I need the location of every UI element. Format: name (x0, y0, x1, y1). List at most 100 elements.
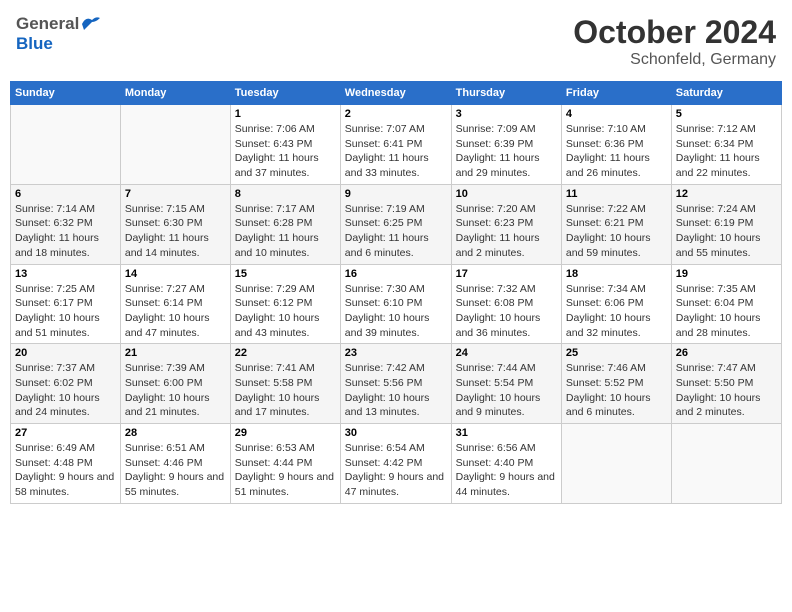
calendar-cell: 3Sunrise: 7:09 AM Sunset: 6:39 PM Daylig… (451, 105, 561, 185)
day-number: 22 (235, 347, 336, 359)
day-details: Sunrise: 7:27 AM Sunset: 6:14 PM Dayligh… (125, 282, 226, 341)
calendar-cell: 29 Sunrise: 6:53 AM Sunset: 4:44 PM Dayli… (230, 424, 340, 504)
weekday-header-tuesday: Tuesday (230, 82, 340, 105)
day-number: 8 (235, 188, 336, 200)
day-details: Sunrise: 7:14 AM Sunset: 6:32 PM Dayligh… (15, 202, 116, 261)
day-details: Sunrise: 7:24 AM Sunset: 6:19 PM Dayligh… (676, 202, 777, 261)
day-number: 30 (345, 427, 447, 439)
day-number: 24 (456, 347, 557, 359)
week-row-1: 1 Sunrise: 7:06 AM Sunset: 6:43 PM Daylig… (11, 105, 782, 185)
calendar-cell: 8 Sunrise: 7:17 AM Sunset: 6:28 PM Daylig… (230, 184, 340, 264)
weekday-header-sunday: Sunday (11, 82, 121, 105)
day-number: 27 (15, 427, 116, 439)
calendar-cell: 15 Sunrise: 7:29 AM Sunset: 6:12 PM Dayli… (230, 264, 340, 344)
day-details: Sunrise: 7:15 AM Sunset: 6:30 PM Dayligh… (125, 202, 226, 261)
calendar-cell: 26 Sunrise: 7:47 AM Sunset: 5:50 PM Dayli… (671, 344, 781, 424)
day-details: Sunrise: 7:25 AM Sunset: 6:17 PM Dayligh… (15, 282, 116, 341)
calendar-cell: 11 Sunrise: 7:22 AM Sunset: 6:21 PM Dayli… (561, 184, 671, 264)
day-details: Sunrise: 7:37 AM Sunset: 6:02 PM Dayligh… (15, 361, 116, 420)
day-number: 28 (125, 427, 226, 439)
day-number: 21 (125, 347, 226, 359)
day-details: Sunrise: 7:41 AM Sunset: 5:58 PM Dayligh… (235, 361, 336, 420)
day-details: Sunrise: 7:06 AM Sunset: 6:43 PM Dayligh… (235, 122, 336, 181)
calendar-cell: 24 Sunrise: 7:44 AM Sunset: 5:54 PM Dayli… (451, 344, 561, 424)
calendar-cell: 6 Sunrise: 7:14 AM Sunset: 6:32 PM Daylig… (11, 184, 121, 264)
day-number: 14 (125, 268, 226, 280)
day-details: Sunrise: 7:12 AM Sunset: 6:34 PM Dayligh… (676, 122, 777, 181)
day-number: 4 (566, 108, 667, 120)
day-details: Sunrise: 7:20 AM Sunset: 6:23 PM Dayligh… (456, 202, 557, 261)
logo-bird-icon (80, 16, 102, 32)
day-number: 6 (15, 188, 116, 200)
calendar-cell (561, 424, 671, 504)
calendar-cell: 14 Sunrise: 7:27 AM Sunset: 6:14 PM Dayli… (120, 264, 230, 344)
day-details: Sunrise: 7:09 AM Sunset: 6:39 PM Dayligh… (456, 122, 557, 181)
calendar-cell: 16Sunrise: 7:30 AM Sunset: 6:10 PM Dayli… (340, 264, 451, 344)
calendar-cell: 18Sunrise: 7:34 AM Sunset: 6:06 PM Dayli… (561, 264, 671, 344)
day-number: 18 (566, 268, 667, 280)
day-number: 13 (15, 268, 116, 280)
weekday-header-monday: Monday (120, 82, 230, 105)
day-details: Sunrise: 7:46 AM Sunset: 5:52 PM Dayligh… (566, 361, 667, 420)
weekday-header-row: SundayMondayTuesdayWednesdayThursdayFrid… (11, 82, 782, 105)
calendar-cell: 10Sunrise: 7:20 AM Sunset: 6:23 PM Dayli… (451, 184, 561, 264)
logo-general-text: General (16, 14, 79, 34)
day-number: 23 (345, 347, 447, 359)
day-details: Sunrise: 6:53 AM Sunset: 4:44 PM Dayligh… (235, 441, 336, 500)
day-number: 12 (676, 188, 777, 200)
logo: General Blue (16, 14, 102, 54)
calendar-cell: 4 Sunrise: 7:10 AM Sunset: 6:36 PM Daylig… (561, 105, 671, 185)
calendar-cell: 19 Sunrise: 7:35 AM Sunset: 6:04 PM Dayli… (671, 264, 781, 344)
day-details: Sunrise: 7:47 AM Sunset: 5:50 PM Dayligh… (676, 361, 777, 420)
day-number: 16 (345, 268, 447, 280)
calendar-cell: 30Sunrise: 6:54 AM Sunset: 4:42 PM Dayli… (340, 424, 451, 504)
day-number: 5 (676, 108, 777, 120)
day-details: Sunrise: 6:56 AM Sunset: 4:40 PM Dayligh… (456, 441, 557, 500)
title-block: October 2024 Schonfeld, Germany (573, 14, 776, 69)
weekday-header-saturday: Saturday (671, 82, 781, 105)
calendar-cell: 5 Sunrise: 7:12 AM Sunset: 6:34 PM Daylig… (671, 105, 781, 185)
week-row-4: 20 Sunrise: 7:37 AM Sunset: 6:02 PM Dayli… (11, 344, 782, 424)
calendar-cell: 12 Sunrise: 7:24 AM Sunset: 6:19 PM Dayli… (671, 184, 781, 264)
day-number: 20 (15, 347, 116, 359)
day-details: Sunrise: 7:29 AM Sunset: 6:12 PM Dayligh… (235, 282, 336, 341)
day-details: Sunrise: 7:22 AM Sunset: 6:21 PM Dayligh… (566, 202, 667, 261)
location-title: Schonfeld, Germany (573, 51, 776, 69)
day-details: Sunrise: 7:07 AM Sunset: 6:41 PM Dayligh… (345, 122, 447, 181)
day-details: Sunrise: 7:32 AM Sunset: 6:08 PM Dayligh… (456, 282, 557, 341)
day-number: 15 (235, 268, 336, 280)
week-row-3: 13 Sunrise: 7:25 AM Sunset: 6:17 PM Dayli… (11, 264, 782, 344)
weekday-header-friday: Friday (561, 82, 671, 105)
calendar-cell: 23 Sunrise: 7:42 AM Sunset: 5:56 PM Dayli… (340, 344, 451, 424)
calendar-cell (11, 105, 121, 185)
day-details: Sunrise: 7:42 AM Sunset: 5:56 PM Dayligh… (345, 361, 447, 420)
page-header: General Blue October 2024 Schonfeld, Ger… (10, 10, 782, 73)
logo-blue-text: Blue (16, 34, 53, 53)
day-details: Sunrise: 7:17 AM Sunset: 6:28 PM Dayligh… (235, 202, 336, 261)
day-details: Sunrise: 6:49 AM Sunset: 4:48 PM Dayligh… (15, 441, 116, 500)
day-details: Sunrise: 7:35 AM Sunset: 6:04 PM Dayligh… (676, 282, 777, 341)
weekday-header-thursday: Thursday (451, 82, 561, 105)
weekday-header-wednesday: Wednesday (340, 82, 451, 105)
calendar-table: SundayMondayTuesdayWednesdayThursdayFrid… (10, 81, 782, 504)
calendar-cell: 27 Sunrise: 6:49 AM Sunset: 4:48 PM Dayli… (11, 424, 121, 504)
day-number: 29 (235, 427, 336, 439)
week-row-5: 27 Sunrise: 6:49 AM Sunset: 4:48 PM Dayli… (11, 424, 782, 504)
day-number: 11 (566, 188, 667, 200)
day-details: Sunrise: 7:10 AM Sunset: 6:36 PM Dayligh… (566, 122, 667, 181)
day-details: Sunrise: 7:19 AM Sunset: 6:25 PM Dayligh… (345, 202, 447, 261)
day-number: 1 (235, 108, 336, 120)
month-title: October 2024 (573, 14, 776, 51)
calendar-cell: 22 Sunrise: 7:41 AM Sunset: 5:58 PM Dayli… (230, 344, 340, 424)
calendar-cell: 28Sunrise: 6:51 AM Sunset: 4:46 PM Dayli… (120, 424, 230, 504)
calendar-cell: 31Sunrise: 6:56 AM Sunset: 4:40 PM Dayli… (451, 424, 561, 504)
calendar-cell (120, 105, 230, 185)
day-number: 19 (676, 268, 777, 280)
day-number: 7 (125, 188, 226, 200)
calendar-cell: 25Sunrise: 7:46 AM Sunset: 5:52 PM Dayli… (561, 344, 671, 424)
day-details: Sunrise: 7:44 AM Sunset: 5:54 PM Dayligh… (456, 361, 557, 420)
calendar-cell: 17Sunrise: 7:32 AM Sunset: 6:08 PM Dayli… (451, 264, 561, 344)
day-number: 2 (345, 108, 447, 120)
day-number: 9 (345, 188, 447, 200)
day-number: 26 (676, 347, 777, 359)
